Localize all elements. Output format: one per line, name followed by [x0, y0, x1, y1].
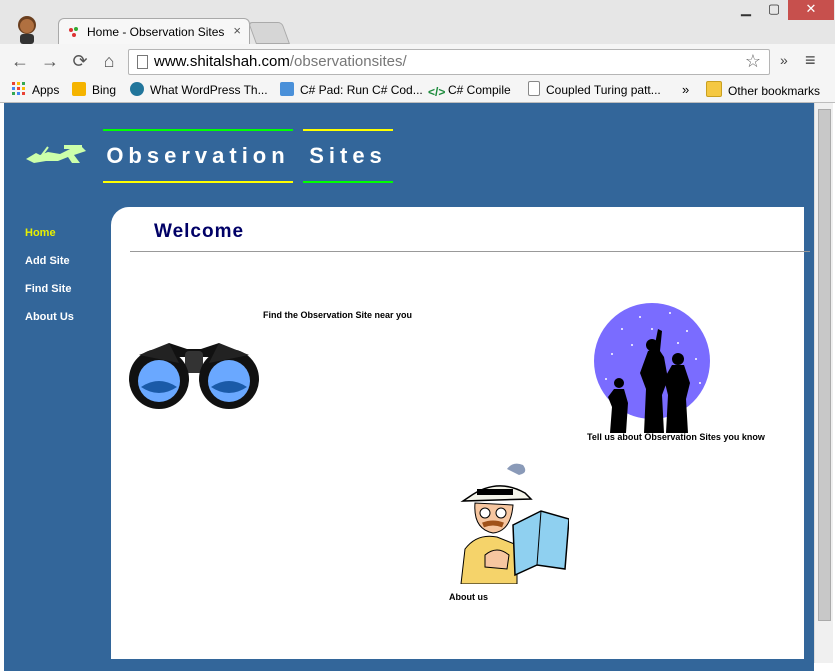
chrome-menu-icon[interactable]: ≡ — [805, 50, 816, 71]
header-word-sites: Sites — [303, 129, 393, 183]
explorer-reading-icon[interactable] — [457, 459, 569, 584]
home-icon[interactable]: ⌂ — [99, 52, 119, 70]
nav-find-site-link[interactable]: Find Site — [25, 283, 71, 295]
url-host: www.shitalshah.com — [154, 53, 290, 70]
tab-close-icon[interactable]: × — [233, 23, 241, 38]
csharp-pad-icon — [280, 82, 294, 96]
tell-sites-caption[interactable]: Tell us about Observation Sites you know — [587, 432, 765, 442]
browser-titlebar: Home - Observation Sites × ▁ ▢ ✕ — [0, 0, 835, 45]
bookmark-bing[interactable]: Bing — [72, 81, 116, 99]
apps-grid-icon — [12, 82, 25, 95]
stargazers-icon[interactable] — [592, 299, 712, 433]
tab-title: Home - Observation Sites — [87, 25, 225, 39]
other-bookmarks[interactable]: Other bookmarks — [706, 81, 820, 99]
back-arrow-icon[interactable]: ← — [10, 52, 30, 70]
reload-icon[interactable]: ⟳ — [70, 52, 90, 70]
nav-about-us-link[interactable]: About Us — [25, 311, 74, 323]
page-icon — [137, 55, 148, 69]
code-icon: </> — [428, 85, 446, 99]
header-word-observation: Observation — [103, 129, 293, 183]
title-divider — [130, 251, 810, 252]
profile-avatar-icon[interactable] — [14, 14, 40, 44]
bookmark-label: Bing — [92, 83, 117, 97]
extensions-overflow-icon[interactable]: » — [780, 52, 788, 68]
scrollbar-thumb[interactable] — [818, 109, 831, 621]
about-us-caption[interactable]: About us — [449, 592, 488, 602]
bookmarks-bar: Apps Bing What WordPress Th... C# Pad: R… — [0, 78, 835, 103]
minimize-button[interactable]: ▁ — [732, 0, 760, 20]
tab-home[interactable]: Home - Observation Sites × — [58, 18, 250, 45]
folder-icon — [706, 81, 722, 97]
site-favicon-icon — [69, 27, 78, 37]
nav-home-link[interactable]: Home — [25, 227, 56, 239]
forward-arrow-icon[interactable]: → — [40, 52, 60, 70]
observer-logo-icon — [26, 145, 86, 163]
bookmark-apps[interactable]: Apps — [12, 81, 59, 99]
bookmark-csharp-pad[interactable]: C# Pad: Run C# Cod... — [280, 81, 423, 99]
bookmark-label: C# Pad: Run C# Cod... — [300, 83, 423, 97]
main-content: Welcome Find the Observation Site near y… — [111, 207, 810, 659]
url-text[interactable]: www.shitalshah.com/observationsites/ — [154, 53, 407, 70]
binoculars-icon[interactable] — [129, 335, 259, 411]
bookmark-coupled-turing[interactable]: Coupled Turing patt... — [528, 81, 661, 99]
vertical-scrollbar[interactable] — [814, 103, 833, 663]
find-site-caption[interactable]: Find the Observation Site near you — [263, 310, 412, 320]
other-bookmarks-label: Other bookmarks — [728, 84, 821, 98]
maximize-button[interactable]: ▢ — [760, 0, 788, 20]
address-bar[interactable]: www.shitalshah.com/observationsites/ ☆ — [128, 49, 770, 75]
page-title: Welcome — [154, 221, 245, 242]
bookmark-label: C# Compile — [448, 83, 511, 97]
url-path: /observationsites/ — [289, 53, 407, 70]
wordpress-icon — [130, 82, 144, 96]
nav-add-site-link[interactable]: Add Site — [25, 255, 70, 267]
close-window-button[interactable]: ✕ — [788, 0, 834, 20]
bookmark-wordpress[interactable]: What WordPress Th... — [130, 81, 268, 99]
page-body: Observation Sites Home Add Site Find Sit… — [4, 103, 814, 671]
bookmark-star-icon[interactable]: ☆ — [745, 51, 761, 72]
bookmark-label: Coupled Turing patt... — [546, 83, 661, 97]
page-icon — [528, 81, 540, 96]
bookmark-label: What WordPress Th... — [150, 83, 268, 97]
bookmark-label: Apps — [32, 83, 60, 97]
bing-icon — [72, 82, 86, 96]
bookmarks-overflow-icon[interactable]: » — [682, 81, 689, 99]
bookmark-csharp-compile[interactable]: </> C# Compile — [428, 81, 511, 99]
new-tab-button[interactable] — [247, 22, 291, 44]
